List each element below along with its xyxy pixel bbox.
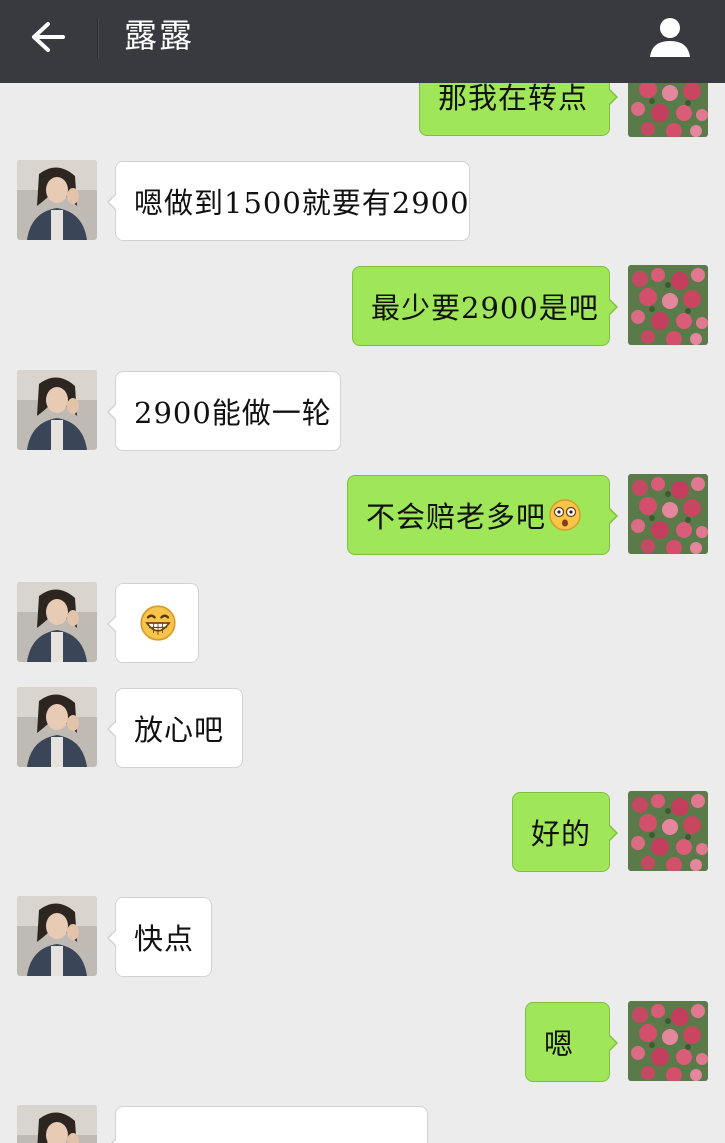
contact-avatar[interactable] — [17, 582, 97, 662]
contact-avatar[interactable] — [17, 370, 97, 450]
message-text: 最少要2900是吧 — [371, 291, 599, 325]
message-outgoing: 最少要2900是吧 — [0, 265, 725, 347]
contact-avatar[interactable] — [17, 687, 97, 767]
message-outgoing: 好的 — [0, 791, 725, 873]
message-outgoing: 那我在转点 — [0, 83, 725, 137]
shocked-face-emoji — [549, 499, 581, 531]
message-incoming: 放心吧 — [0, 687, 725, 769]
message-incoming: 2900能做一轮 — [0, 370, 725, 452]
message-incoming: 嗯做到1500就要有2900 — [0, 160, 725, 242]
message-outgoing: 嗯 — [0, 1001, 725, 1083]
person-icon — [650, 18, 690, 57]
message-bubble[interactable]: 嗯做到1500就要有2900 — [107, 161, 470, 241]
message-bubble[interactable]: 最少要2900是吧 — [352, 266, 618, 346]
message-text: 那我在转点 — [438, 83, 589, 115]
message-incoming: 快点 — [0, 896, 725, 978]
contact-avatar[interactable] — [17, 1105, 97, 1143]
message-outgoing: 不会赔老多吧 — [0, 474, 725, 556]
message-bubble[interactable]: 好的 — [512, 792, 618, 872]
my-avatar[interactable] — [628, 83, 708, 137]
message-bubble[interactable] — [107, 583, 199, 663]
contact-avatar[interactable] — [17, 160, 97, 240]
my-avatar[interactable] — [628, 474, 708, 554]
message-bubble[interactable]: 2900能做一轮 — [107, 371, 341, 451]
contact-avatar[interactable] — [17, 896, 97, 976]
back-button[interactable] — [20, 12, 76, 62]
arrow-left-icon — [32, 22, 65, 52]
message-text: 2900能做一轮 — [134, 396, 332, 430]
message-text: 嗯 — [544, 1027, 575, 1061]
message-bubble[interactable]: 嗯 — [525, 1002, 618, 1082]
my-avatar[interactable] — [628, 791, 708, 871]
grinning-face-emoji — [140, 605, 176, 641]
message-text: 不会赔老多吧 — [366, 500, 547, 534]
chat-header: 露露 — [0, 0, 725, 83]
my-avatar[interactable] — [628, 265, 708, 345]
message-incoming — [0, 582, 725, 664]
profile-button[interactable] — [645, 10, 695, 64]
my-avatar[interactable] — [628, 1001, 708, 1081]
message-text: 快点 — [134, 922, 195, 956]
message-bubble[interactable] — [107, 1106, 428, 1143]
message-bubble[interactable]: 不会赔老多吧 — [347, 475, 618, 555]
chat-area[interactable]: 那我在转点 嗯做到1500就要有2900 最少要2900是吧 2900能做一轮 — [0, 83, 725, 1143]
chat-title: 露露 — [124, 16, 194, 55]
message-incoming — [0, 1105, 725, 1143]
message-bubble[interactable]: 那我在转点 — [419, 83, 618, 136]
message-bubble[interactable]: 放心吧 — [107, 688, 243, 768]
message-text: 嗯做到1500就要有2900 — [134, 186, 470, 220]
header-divider — [97, 18, 98, 58]
message-text: 放心吧 — [134, 713, 225, 747]
message-text: 好的 — [531, 817, 592, 851]
message-bubble[interactable]: 快点 — [107, 897, 212, 977]
